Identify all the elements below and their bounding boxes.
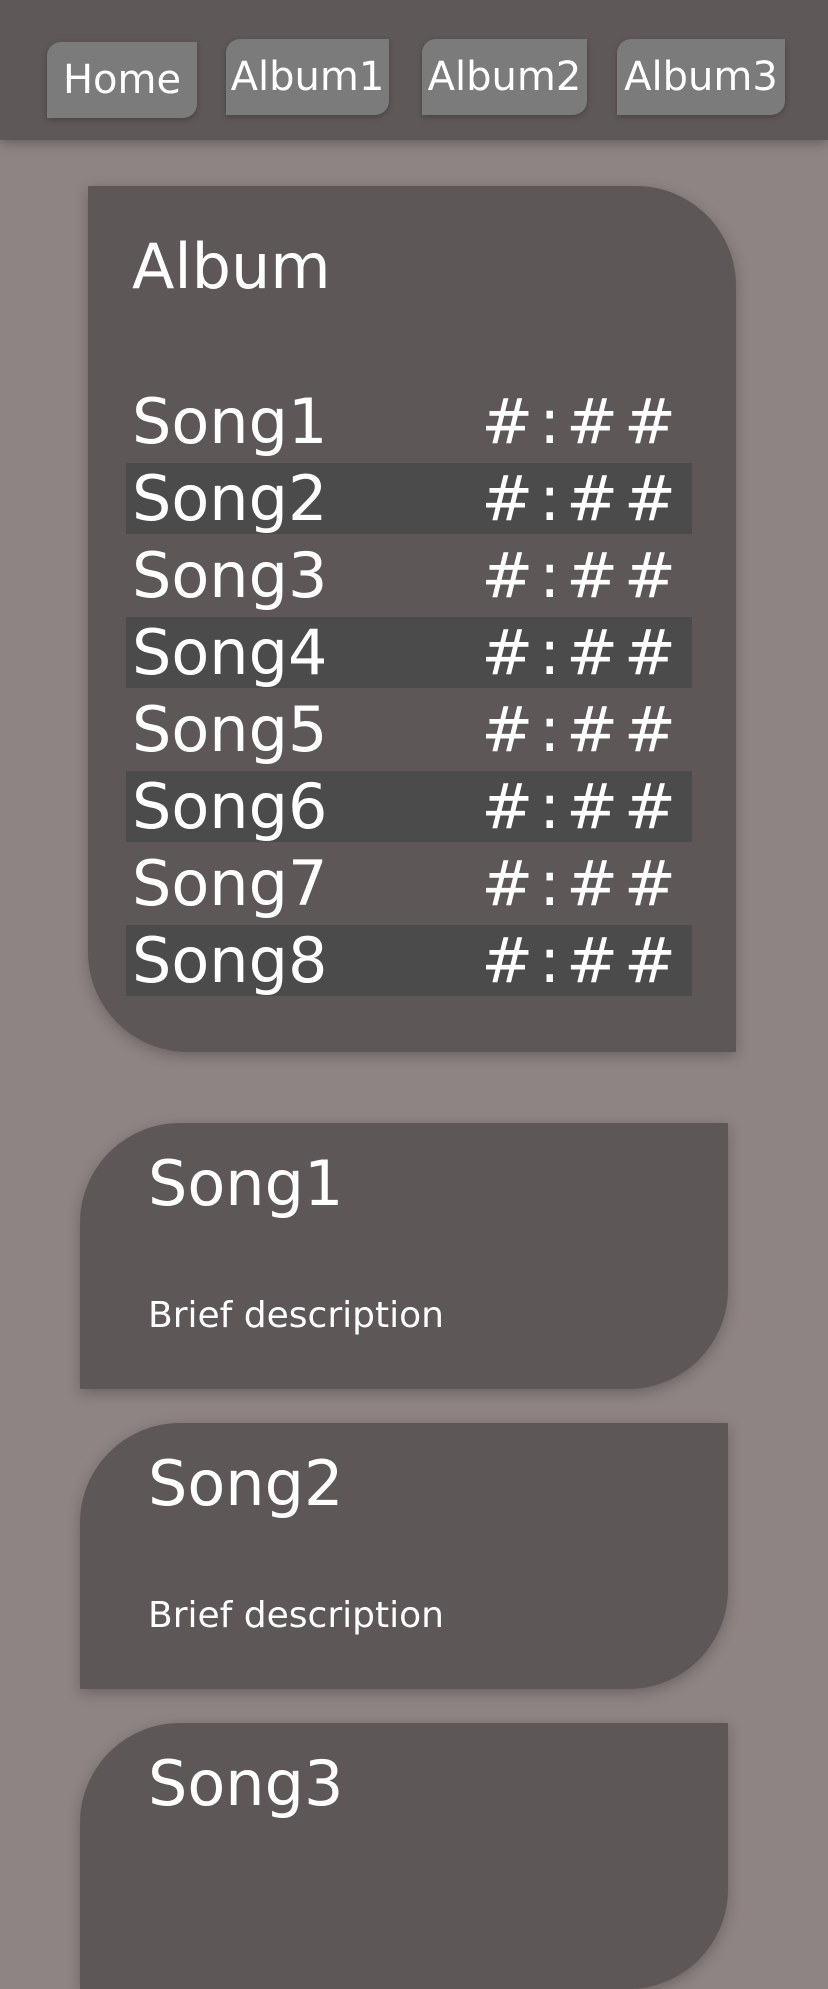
song-card[interactable]: Song1 Brief description <box>80 1123 728 1389</box>
song-card-description: Brief description <box>148 1295 444 1336</box>
song-duration: #:## <box>481 846 682 920</box>
song-row[interactable]: Song4 #:## <box>126 617 692 688</box>
song-name: Song8 <box>132 923 328 997</box>
song-duration: #:## <box>481 615 682 689</box>
song-card-title: Song3 <box>148 1747 344 1820</box>
song-row[interactable]: Song7 #:## <box>126 848 692 919</box>
nav-album3-button[interactable]: Album3 <box>617 39 785 115</box>
nav-album2-button[interactable]: Album2 <box>422 39 587 115</box>
album-title: Album <box>132 230 331 303</box>
song-row[interactable]: Song3 #:## <box>126 540 692 611</box>
nav-album1-button[interactable]: Album1 <box>226 39 389 115</box>
song-card-description: Brief description <box>148 1595 444 1636</box>
song-name: Song2 <box>132 461 328 535</box>
song-duration: #:## <box>481 538 682 612</box>
song-name: Song1 <box>132 384 328 458</box>
song-name: Song4 <box>132 615 328 689</box>
song-duration: #:## <box>481 384 682 458</box>
song-row[interactable]: Song1 #:## <box>126 386 692 457</box>
song-row[interactable]: Song5 #:## <box>126 694 692 765</box>
album-card: Album Song1 #:## Song2 #:## Song3 #:## S… <box>88 186 736 1052</box>
song-card-title: Song2 <box>148 1447 344 1520</box>
song-duration: #:## <box>481 769 682 843</box>
song-duration: #:## <box>481 692 682 766</box>
song-name: Song3 <box>132 538 328 612</box>
song-row[interactable]: Song2 #:## <box>126 463 692 534</box>
nav-home-button[interactable]: Home <box>47 42 197 118</box>
top-nav-bar: Home Album1 Album2 Album3 <box>0 0 828 140</box>
song-card-title: Song1 <box>148 1147 344 1220</box>
song-name: Song5 <box>132 692 328 766</box>
song-card[interactable]: Song3 <box>80 1723 728 1989</box>
song-duration: #:## <box>481 923 682 997</box>
song-row[interactable]: Song6 #:## <box>126 771 692 842</box>
song-name: Song6 <box>132 769 328 843</box>
song-duration: #:## <box>481 461 682 535</box>
song-name: Song7 <box>132 846 328 920</box>
song-card[interactable]: Song2 Brief description <box>80 1423 728 1689</box>
song-list: Song1 #:## Song2 #:## Song3 #:## Song4 #… <box>126 386 692 1002</box>
song-row[interactable]: Song8 #:## <box>126 925 692 996</box>
